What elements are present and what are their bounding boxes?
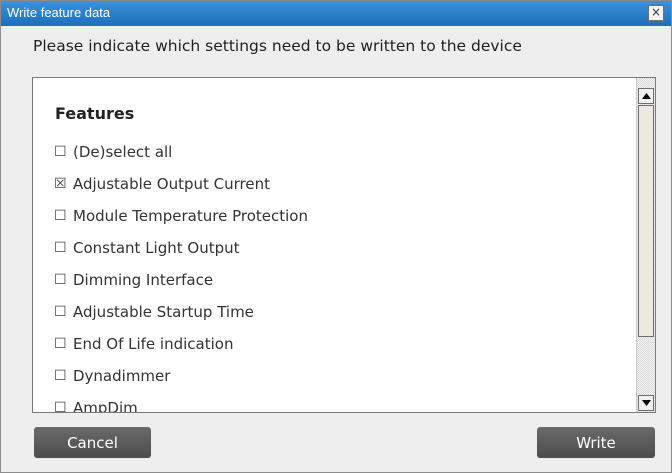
checkbox-icon[interactable]: ☐ — [54, 272, 67, 288]
dialog-title: Write feature data — [7, 5, 111, 20]
feature-item-adjustable-output-current[interactable]: ☒ Adjustable Output Current — [54, 172, 270, 196]
scroll-up-arrow-icon[interactable] — [638, 88, 654, 104]
feature-item-dimming-interface[interactable]: ☐ Dimming Interface — [54, 268, 213, 292]
feature-label: Module Temperature Protection — [73, 207, 308, 225]
feature-label: Adjustable Startup Time — [73, 303, 254, 321]
checkbox-icon[interactable]: ☐ — [54, 240, 67, 256]
feature-item-module-temperature-protection[interactable]: ☐ Module Temperature Protection — [54, 204, 308, 228]
write-feature-dialog: Write feature data × Please indicate whi… — [0, 0, 672, 473]
feature-label: Dynadimmer — [73, 367, 171, 385]
instruction-text: Please indicate which settings need to b… — [33, 37, 522, 55]
write-button[interactable]: Write — [537, 427, 655, 458]
feature-label: End Of Life indication — [73, 335, 234, 353]
scroll-down-arrow-icon[interactable] — [638, 395, 654, 411]
checkbox-icon[interactable]: ☐ — [54, 400, 67, 412]
cancel-button[interactable]: Cancel — [34, 427, 151, 458]
checkbox-icon[interactable]: ☐ — [54, 208, 67, 224]
scrollbar-thumb[interactable] — [638, 105, 654, 337]
close-icon[interactable]: × — [648, 5, 664, 21]
features-scrollbar[interactable] — [636, 78, 655, 412]
feature-label: AmpDim — [73, 399, 138, 412]
checkbox-icon[interactable]: ☐ — [54, 336, 67, 352]
features-panel: Features ☐ (De)select all ☒ Adjustable O… — [32, 77, 656, 413]
checkbox-checked-icon[interactable]: ☒ — [54, 176, 67, 192]
feature-item-ampdim[interactable]: ☐ AmpDim — [54, 396, 138, 412]
feature-item-end-of-life-indication[interactable]: ☐ End Of Life indication — [54, 332, 233, 356]
feature-label: Dimming Interface — [73, 271, 214, 289]
feature-item-deselect-all[interactable]: ☐ (De)select all — [54, 140, 172, 164]
feature-label: (De)select all — [73, 143, 173, 161]
features-list: Features ☐ (De)select all ☒ Adjustable O… — [33, 78, 636, 412]
feature-label: Adjustable Output Current — [73, 175, 270, 193]
checkbox-icon[interactable]: ☐ — [54, 304, 67, 320]
feature-item-adjustable-startup-time[interactable]: ☐ Adjustable Startup Time — [54, 300, 254, 324]
dialog-titlebar[interactable]: Write feature data × — [1, 1, 671, 26]
checkbox-icon[interactable]: ☐ — [54, 144, 67, 160]
feature-item-dynadimmer[interactable]: ☐ Dynadimmer — [54, 364, 170, 388]
checkbox-icon[interactable]: ☐ — [54, 368, 67, 384]
feature-label: Constant Light Output — [73, 239, 240, 257]
feature-item-constant-light-output[interactable]: ☐ Constant Light Output — [54, 236, 240, 260]
features-heading: Features — [55, 104, 135, 123]
